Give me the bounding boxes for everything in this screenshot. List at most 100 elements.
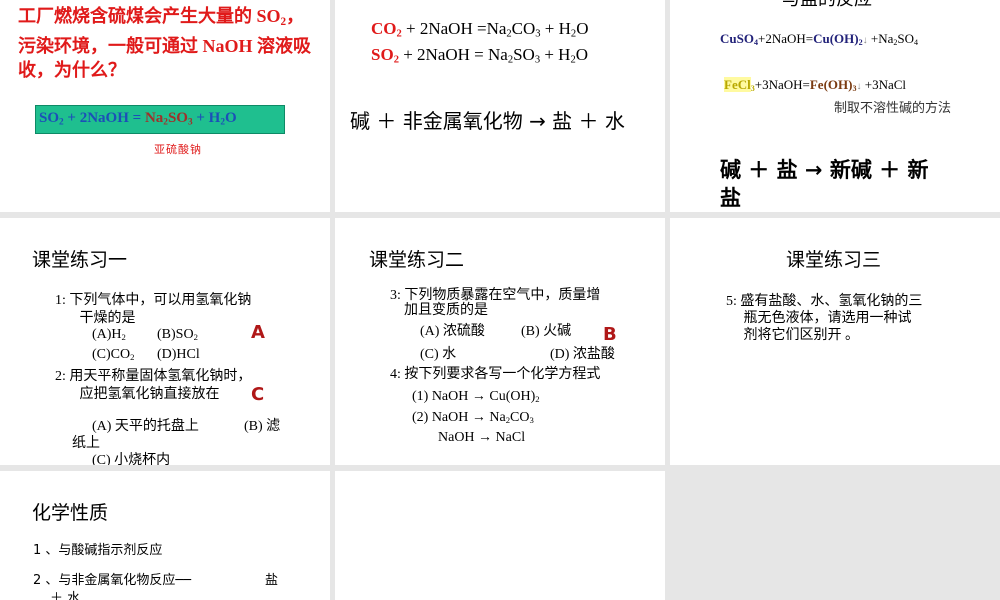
t: 干燥的是	[79, 311, 136, 326]
answer-c: C	[251, 384, 265, 405]
t: SO	[39, 110, 60, 126]
t: (1) NaOH → Cu(OH)	[412, 389, 536, 404]
option: (A)H2	[92, 328, 126, 342]
t: FeCl	[724, 77, 751, 92]
sub: 2	[121, 332, 126, 343]
list-item: ＋ 水	[50, 591, 81, 600]
slide-title: 化学性质	[32, 502, 109, 524]
t: + 2NaOH =	[63, 110, 145, 126]
t: + H	[540, 19, 571, 38]
list-item: 1 、与酸碱指示剂反应	[33, 543, 163, 558]
t: CO	[510, 410, 530, 425]
t: 3: 下列物质暴露在空气中，质量增	[390, 288, 601, 303]
question-3: 3: 下列物质暴露在空气中，质量增 加且变质的是	[390, 288, 600, 318]
option: (C)CO2	[92, 348, 134, 362]
option: (B)SO2	[157, 328, 198, 342]
option: (D)HCl	[157, 347, 200, 362]
t: CO	[371, 19, 397, 38]
t: CuSO	[720, 31, 754, 46]
option: (C) 小烧杯内	[92, 453, 171, 466]
t: 盐	[720, 186, 741, 210]
t: 剂将它们区别开 。	[743, 328, 860, 343]
equation-so2: SO2 + 2NaOH = Na2SO3 + H2O	[371, 46, 588, 66]
t: 应把氢氧化钠直接放在	[79, 387, 220, 402]
t: +Na	[867, 31, 894, 46]
t: SO	[167, 110, 188, 126]
slide-thumbnail-5[interactable]: 课堂练习二 3: 下列物质暴露在空气中，质量增 加且变质的是 (A) 浓硫酸 (…	[335, 218, 665, 465]
t: (B)SO	[157, 327, 194, 342]
line: 收，为什么？	[18, 59, 126, 80]
t: Cu(OH)	[813, 31, 859, 46]
t: +3NaOH=	[754, 77, 810, 92]
slide-thumbnail-4[interactable]: 课堂练习一 1: 下列气体中，可以用氢氧化钠 干燥的是 (A)H2 (B)SO2…	[0, 218, 330, 465]
question-5: 5: 盛有盐酸、水、氢氧化钠的三 瓶无色液体，请选用一种试 剂将它们区别开 。	[726, 293, 922, 344]
t: O	[224, 110, 237, 126]
slide-title: 课堂练习二	[369, 249, 465, 271]
sub: 3	[529, 415, 534, 426]
t: 加且变质的是	[404, 303, 488, 318]
question-4: 4: 按下列要求各写一个化学方程式	[390, 367, 601, 382]
t: 1: 下列气体中，可以用氢氧化钠	[55, 293, 252, 308]
t: 瓶无色液体，请选用一种试	[743, 311, 912, 326]
t: (C)CO	[92, 347, 131, 362]
slide-thumbnail-1[interactable]: 工厂燃烧含硫煤会产生大量的 SO2， 污染环境，一般可通过 NaOH 溶液吸 收…	[0, 0, 330, 212]
answer-a: A	[251, 322, 265, 343]
t: 5: 盛有盐酸、水、氢氧化钠的三	[726, 294, 923, 309]
slide-thumbnail-7[interactable]: 化学性质 1 、与酸碱指示剂反应 2 、与非金属氧化物反应── 盐 ＋ 水	[0, 471, 330, 600]
t: 2: 用天平称量固体氢氧化钠时，	[55, 369, 252, 384]
question-1: 1: 下列气体中，可以用氢氧化钠 干燥的是	[55, 292, 251, 328]
t: SO	[371, 45, 394, 64]
question-2: 2: 用天平称量固体氢氧化钠时， 应把氢氧化钠直接放在	[55, 368, 251, 404]
equation-task: (1) NaOH → Cu(OH)2	[412, 390, 540, 404]
option: (C) 水	[420, 347, 457, 362]
sub: 2	[130, 352, 135, 363]
option: 纸上	[72, 436, 100, 451]
t: + 2NaOH =Na	[401, 19, 507, 38]
equation-cuso4: CuSO4+2NaOH=Cu(OH)2↓ +Na2SO4	[720, 32, 918, 47]
slide-thumbnail-8[interactable]	[335, 471, 665, 600]
t: O	[576, 19, 589, 38]
t: Fe(OH)	[809, 77, 853, 92]
t: +2NaOH=	[758, 31, 814, 46]
t: (A)H	[92, 327, 122, 342]
equation-task: (2) NaOH → Na2CO3	[412, 411, 534, 425]
equation-task: NaOH → NaCl	[438, 430, 526, 445]
line: ，	[286, 6, 305, 26]
question-text: 工厂燃烧含硫煤会产生大量的 SO2， 污染环境，一般可通过 NaOH 溶液吸 收…	[18, 4, 311, 82]
line: 污染环境，一般可通过 NaOH 溶液吸	[18, 35, 311, 56]
product-name-note: 亚硫酸钠	[154, 144, 202, 156]
t: CO	[511, 19, 536, 38]
sub: 4	[914, 38, 919, 47]
slide-title: 课堂练习一	[32, 249, 128, 271]
t: SO	[897, 31, 915, 46]
reaction-rule: 碱 ＋ 盐 → 新碱 ＋ 新盐	[720, 156, 928, 212]
equation-co2: CO2 + 2NaOH =Na2CO3 + H2O	[371, 20, 588, 40]
t: + H	[540, 45, 571, 64]
sub: 2	[193, 332, 198, 343]
t: O	[575, 45, 589, 64]
t: 碱 ＋ 盐 → 新碱 ＋ 新	[720, 158, 929, 182]
option: (B) 滤	[244, 419, 281, 434]
slide-title: 与盐的反应	[782, 0, 872, 9]
option: (A) 天平的托盘上	[92, 419, 199, 434]
option: (A) 浓硫酸	[420, 324, 485, 339]
t: + 2NaOH = Na	[398, 45, 508, 64]
sub: 2	[535, 394, 540, 405]
slide-title: 课堂练习三	[786, 249, 882, 271]
slide-thumbnail-6[interactable]: 课堂练习三 5: 盛有盐酸、水、氢氧化钠的三 瓶无色液体，请选用一种试 剂将它们…	[670, 218, 1000, 465]
t: (2) NaOH → Na	[412, 410, 506, 425]
t: Na	[144, 110, 164, 126]
option: (B) 火碱	[521, 324, 572, 339]
method-note: 制取不溶性碱的方法	[834, 101, 952, 116]
slide-thumbnail-3[interactable]: 与盐的反应 CuSO4+2NaOH=Cu(OH)2↓ +Na2SO4 FeCl3…	[670, 0, 1000, 212]
list-item: 2 、与非金属氧化物反应──	[33, 573, 192, 588]
line: 工厂燃烧含硫煤会产生大量的 SO	[18, 6, 281, 26]
option: (D) 浓盐酸	[550, 347, 615, 362]
slide-thumbnail-2[interactable]: CO2 + 2NaOH =Na2CO3 + H2O SO2 + 2NaOH = …	[335, 0, 665, 212]
t: SO	[513, 45, 535, 64]
answer-b: B	[603, 324, 617, 345]
equation: SO2 + 2NaOH = Na2SO3 + H2O	[39, 111, 237, 128]
list-item: 盐	[265, 573, 279, 588]
reaction-rule: 碱 ＋ 非金属氧化物 → 盐 ＋ 水	[350, 109, 625, 133]
t: +3NaCl	[861, 77, 907, 92]
